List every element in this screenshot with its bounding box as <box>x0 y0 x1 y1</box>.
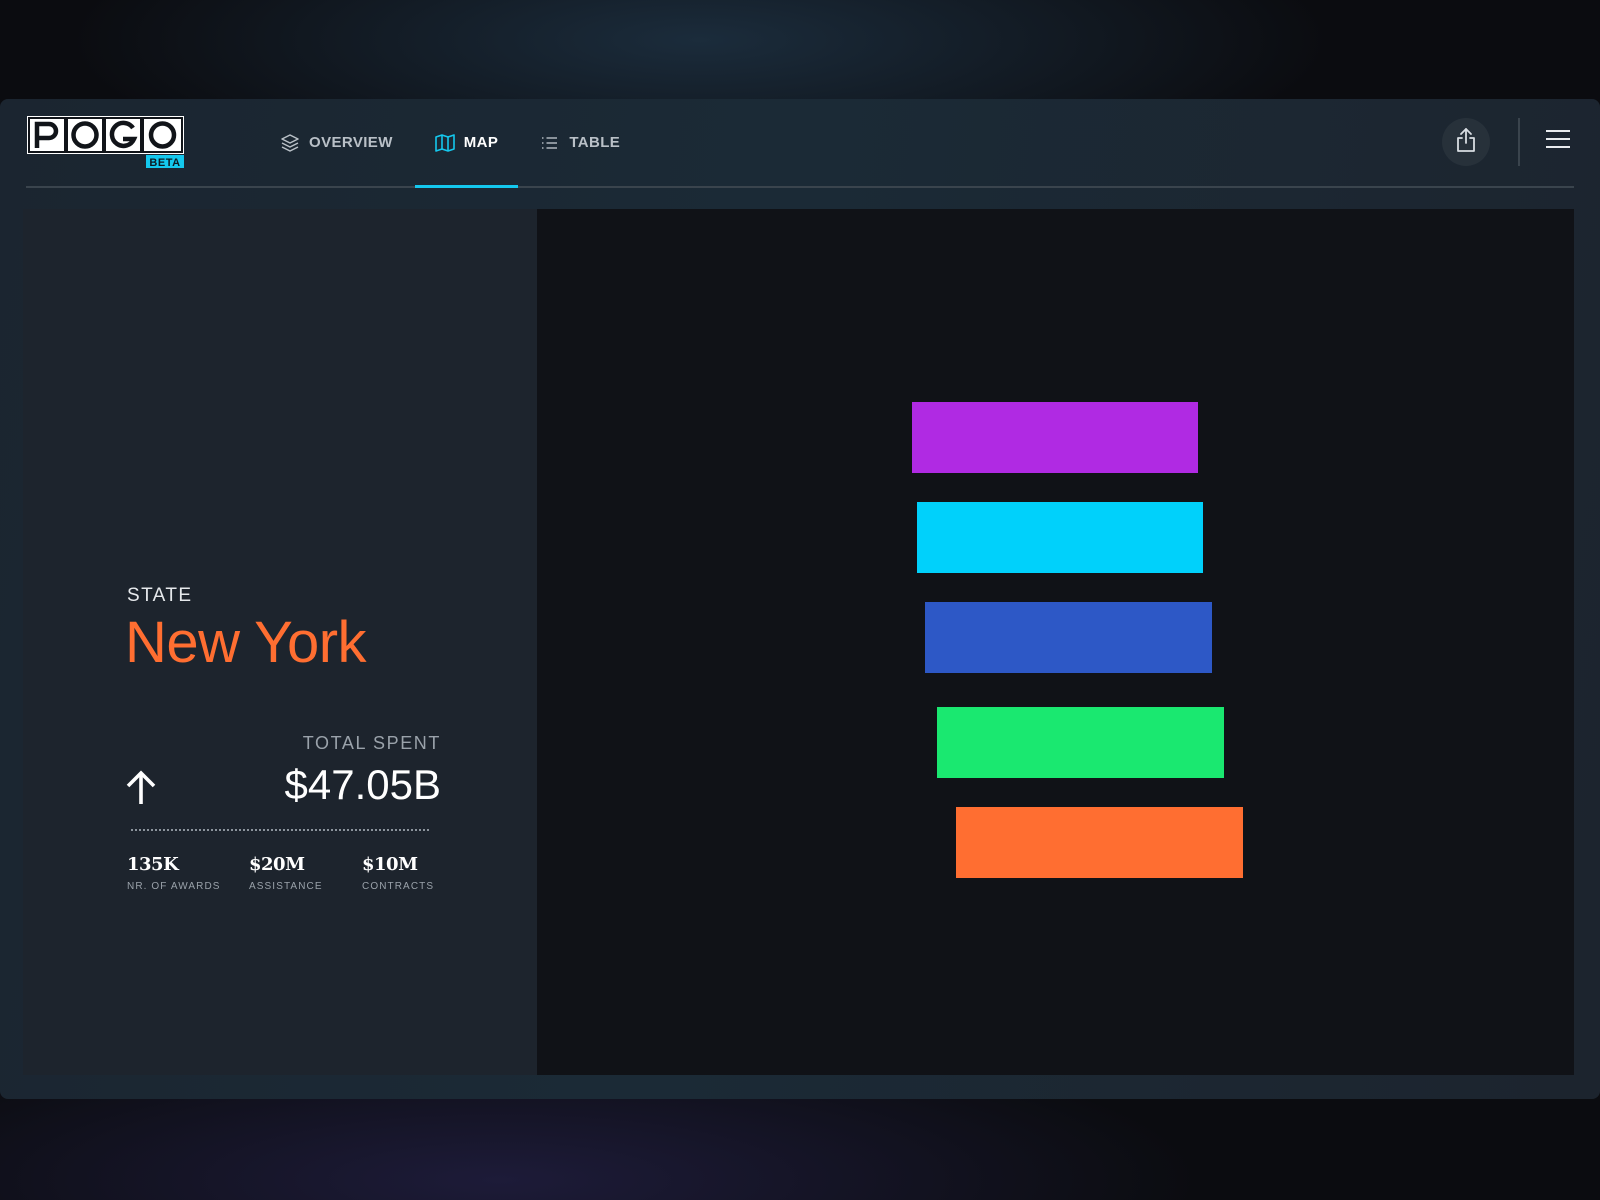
tab-map-label: MAP <box>463 134 499 151</box>
map-icon <box>434 133 455 153</box>
state-name: New York <box>125 610 367 675</box>
tab-overview[interactable]: OVERVIEW <box>260 99 413 186</box>
total-spent-label: TOTAL SPENT <box>302 733 441 753</box>
pogo-logo[interactable]: BETA <box>27 116 184 169</box>
logo-badge: BETA <box>149 157 180 168</box>
tab-map[interactable]: MAP <box>414 99 519 188</box>
layers-icon <box>280 133 300 153</box>
main-tabs: OVERVIEW MAP TABLE <box>260 99 642 188</box>
map-shape-green[interactable] <box>937 707 1224 778</box>
list-icon <box>540 133 560 153</box>
dotted-divider <box>131 829 429 831</box>
map-shape-blue[interactable] <box>925 602 1212 673</box>
share-icon <box>1454 127 1478 158</box>
stat-assistance-label: ASSISTANCE <box>249 881 323 892</box>
stat-awards: 135K NR. OF AWARDS <box>127 854 221 892</box>
share-button[interactable] <box>1442 118 1490 166</box>
map-shape-cyan[interactable] <box>917 502 1203 573</box>
top-navigation-bar: BETA OVERVIEW MAP TABLE <box>26 99 1574 188</box>
hamburger-menu-icon <box>1545 129 1571 154</box>
tab-overview-label: OVERVIEW <box>309 134 393 151</box>
stat-assistance: $20M ASSISTANCE <box>249 854 323 892</box>
stat-awards-label: NR. OF AWARDS <box>127 881 221 892</box>
state-summary-panel: STATE New York TOTAL SPENT $47.05B 135K … <box>23 209 537 1075</box>
arrow-up-icon <box>125 769 157 805</box>
stat-contracts-value: $10M <box>362 854 418 875</box>
header-divider <box>1518 118 1520 166</box>
tab-table[interactable]: TABLE <box>520 99 640 186</box>
map-shape-purple[interactable] <box>912 402 1198 473</box>
stat-contracts-label: CONTRACTS <box>362 881 435 892</box>
state-label: STATE <box>127 585 193 606</box>
total-spent-value: $47.05B <box>284 761 441 808</box>
app-window: BETA OVERVIEW MAP TABLE STATE New York T… <box>0 99 1600 1099</box>
map-view[interactable] <box>537 209 1574 1075</box>
map-shape-orange[interactable] <box>956 807 1243 878</box>
tab-table-label: TABLE <box>569 134 621 151</box>
stat-contracts: $10M CONTRACTS <box>362 854 434 892</box>
stat-assistance-value: $20M <box>249 854 305 875</box>
stat-awards-value: 135K <box>127 854 179 875</box>
menu-button[interactable] <box>1544 127 1572 155</box>
